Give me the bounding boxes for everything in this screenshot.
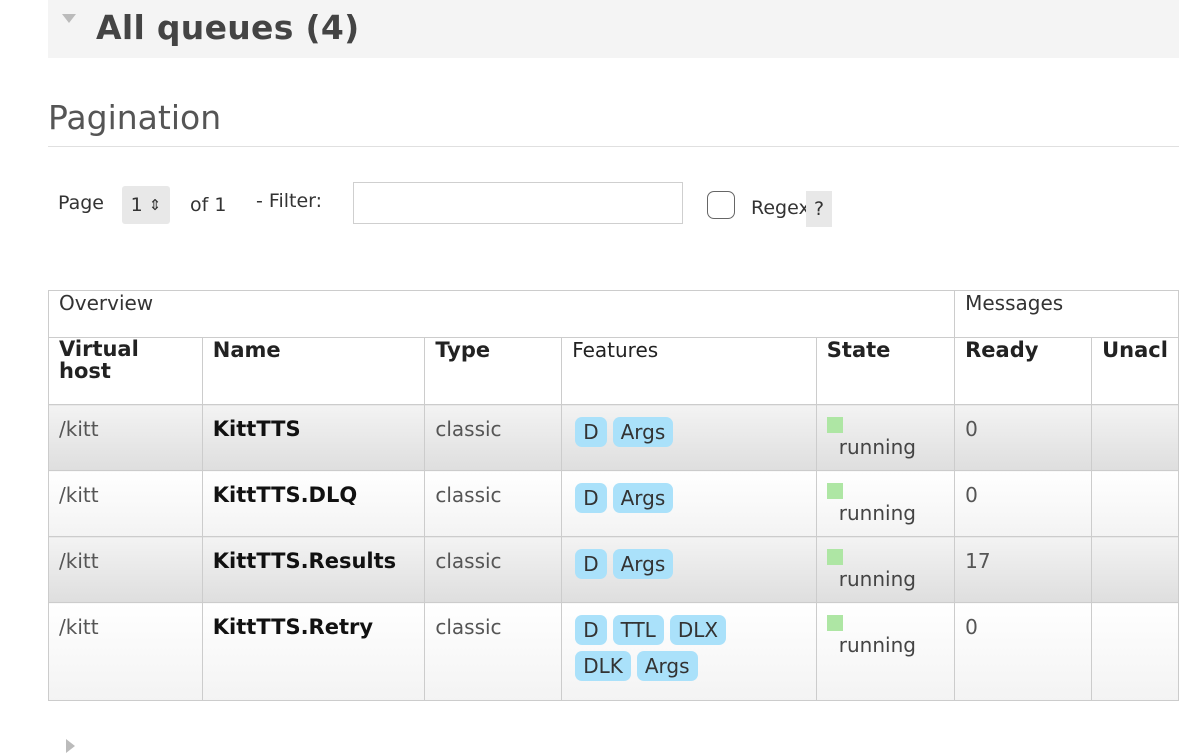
cell-unacked [1091, 536, 1179, 603]
queues-table: Overview Messages Virtual host Name Type… [47, 290, 1179, 701]
cell-virtual-host: /kitt [48, 404, 203, 471]
cell-unacked [1091, 404, 1179, 471]
page-of-label: of 1 [190, 194, 227, 216]
state-indicator-icon [826, 549, 843, 565]
cell-type: classic [424, 470, 563, 537]
column-header-ready[interactable]: Ready [954, 337, 1093, 405]
feature-tag: Args [612, 549, 674, 579]
state-label: running [838, 567, 916, 591]
column-header-virtual-host[interactable]: Virtual host [48, 337, 203, 405]
page-select[interactable]: 1 ⇕ [122, 186, 170, 224]
table-row: /kitt KittTTS classic D Args running 0 [48, 404, 1179, 471]
state-indicator-icon [826, 483, 843, 499]
feature-tag: D [575, 417, 607, 447]
state-label: running [838, 501, 916, 525]
cell-features: D Args [561, 404, 817, 471]
state-indicator-icon [826, 417, 843, 433]
cell-virtual-host: /kitt [48, 602, 203, 701]
state-indicator-icon [826, 615, 843, 631]
expand-arrow-icon[interactable] [66, 739, 75, 753]
pagination-title: Pagination [48, 98, 222, 137]
filter-label: - Filter: [256, 190, 323, 212]
cell-ready: 0 [954, 404, 1093, 471]
chevron-updown-icon: ⇕ [148, 196, 162, 214]
page-label: Page [58, 192, 104, 214]
cell-ready: 17 [954, 536, 1093, 603]
cell-unacked [1091, 470, 1179, 537]
cell-queue-name-link[interactable]: KittTTS.DLQ [201, 470, 426, 537]
feature-tag: Args [612, 417, 674, 447]
cell-type: classic [424, 602, 563, 701]
cell-ready: 0 [954, 470, 1093, 537]
regex-checkbox[interactable] [707, 191, 735, 219]
cell-state: running [815, 470, 956, 537]
state-label: running [838, 435, 916, 459]
table-row: /kitt KittTTS.DLQ classic D Args running 0 [48, 470, 1179, 537]
group-header-messages: Messages [954, 290, 1179, 338]
cell-virtual-host: /kitt [48, 536, 203, 603]
cell-features: D TTL DLX DLK Args [561, 602, 817, 701]
table-row: /kitt KittTTS.Results classic D Args running 1… [48, 536, 1179, 603]
cell-virtual-host: /kitt [48, 470, 203, 537]
cell-state: running [815, 536, 956, 603]
filter-input[interactable] [353, 182, 683, 224]
help-button[interactable]: ? [806, 191, 832, 227]
cell-features: D Args [561, 470, 817, 537]
column-header-type[interactable]: Type [424, 337, 563, 405]
cell-queue-name-link[interactable]: KittTTS.Results [201, 536, 426, 603]
cell-features: D Args [561, 536, 817, 603]
column-header-unacked[interactable]: Unacl [1091, 337, 1179, 405]
section-title[interactable]: All queues (4) [96, 8, 359, 47]
cell-ready: 0 [954, 602, 1093, 701]
group-header-overview: Overview [47, 290, 956, 338]
feature-tag: D [575, 483, 607, 513]
page-select-value: 1 [130, 194, 143, 216]
feature-tag: D [575, 549, 607, 579]
column-header-features: Features [561, 337, 817, 405]
feature-tag: Args [636, 651, 698, 681]
cell-type: classic [424, 536, 563, 603]
column-header-name[interactable]: Name [201, 337, 426, 405]
cell-state: running [815, 404, 956, 471]
feature-tag: DLX [669, 615, 727, 645]
cell-state: running [815, 602, 956, 701]
divider [48, 146, 1179, 147]
cell-queue-name-link[interactable]: KittTTS [201, 404, 426, 471]
table-row: /kitt KittTTS.Retry classic D TTL DLX DLK Args r… [48, 602, 1179, 701]
feature-tag: Args [612, 483, 674, 513]
regex-label: Regex [751, 197, 810, 219]
feature-tag: TTL [612, 615, 664, 645]
cell-type: classic [424, 404, 563, 471]
feature-tag: D [575, 615, 607, 645]
collapse-arrow-icon[interactable] [62, 14, 76, 23]
feature-tag: DLK [575, 651, 631, 681]
state-label: running [838, 633, 916, 657]
cell-queue-name-link[interactable]: KittTTS.Retry [201, 602, 426, 701]
column-header-state[interactable]: State [815, 337, 956, 405]
cell-unacked [1091, 602, 1179, 701]
